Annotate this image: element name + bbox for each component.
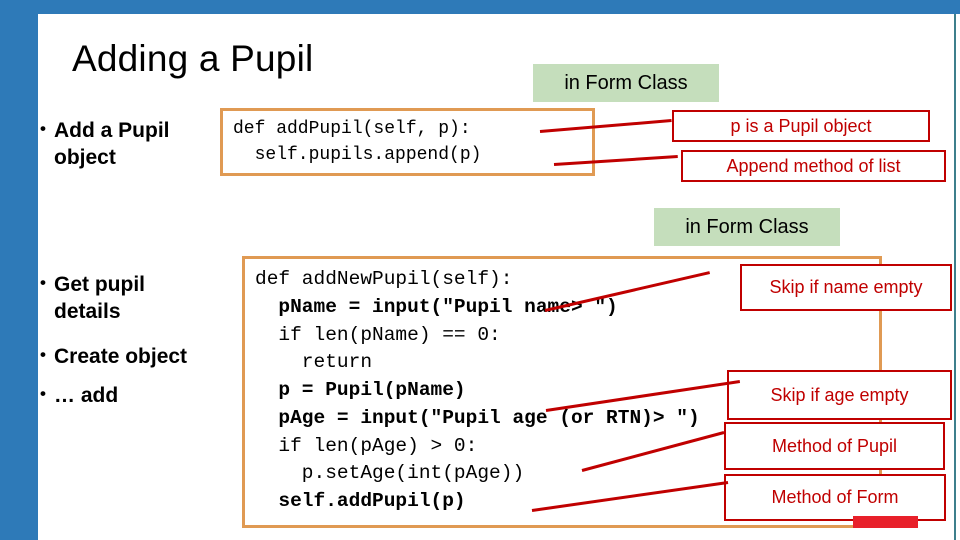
bullet-marker-icon: • bbox=[40, 119, 46, 138]
decorative-red-bar bbox=[853, 516, 918, 528]
bullet-text: Add a Pupil object bbox=[54, 119, 170, 169]
annotation-append-method-of-list: Append method of list bbox=[681, 150, 946, 182]
bullet-text: Create object bbox=[54, 345, 188, 368]
annotation-method-of-pupil: Method of Pupil bbox=[724, 422, 945, 470]
bullet-marker-icon: • bbox=[40, 273, 46, 292]
bullet-text: … add bbox=[54, 384, 119, 407]
slide-canvas: Adding a Pupil • Add a Pupil object • Ge… bbox=[0, 0, 960, 540]
bullet-text: Get pupil details bbox=[54, 273, 145, 323]
slide-top-border bbox=[0, 0, 960, 14]
annotation-method-of-form: Method of Form bbox=[724, 474, 946, 521]
bullet-add-a-pupil-object: • Add a Pupil object bbox=[40, 118, 230, 172]
label-in-form-class-top: in Form Class bbox=[533, 64, 719, 102]
bullet-create-object: • Create object bbox=[40, 344, 255, 371]
code-block-add-pupil: def addPupil(self, p): self.pupils.appen… bbox=[220, 108, 595, 176]
annotation-p-is-a-pupil-object: p is a Pupil object bbox=[672, 110, 930, 142]
slide-right-border bbox=[954, 14, 956, 540]
label-in-form-class-bottom: in Form Class bbox=[654, 208, 840, 246]
bullet-marker-icon: • bbox=[40, 345, 46, 364]
code-line: def addPupil(self, p): bbox=[233, 119, 471, 139]
bullet-marker-icon: • bbox=[40, 384, 46, 403]
page-title: Adding a Pupil bbox=[72, 38, 314, 79]
annotation-skip-if-age-empty: Skip if age empty bbox=[727, 370, 952, 420]
slide-left-border bbox=[0, 0, 38, 540]
annotation-skip-if-name-empty: Skip if name empty bbox=[740, 264, 952, 311]
code-line: self.pupils.append(p) bbox=[233, 144, 482, 165]
bullet-get-pupil-details: • Get pupil details bbox=[40, 272, 205, 326]
code-line: if len(pName) == 0: bbox=[255, 323, 501, 346]
bullet-add: • … add bbox=[40, 383, 255, 410]
